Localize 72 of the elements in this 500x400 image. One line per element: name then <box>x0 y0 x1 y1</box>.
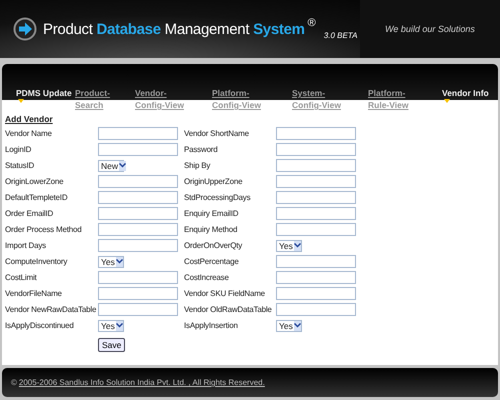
field-label: CostLimit <box>5 273 38 282</box>
field-label: Enquiry EmailID <box>184 209 240 218</box>
field-label: Order Process Method <box>5 225 82 234</box>
field-label: Order EmailID <box>5 209 54 218</box>
input-field[interactable] <box>98 239 178 252</box>
field-label: StatusID <box>5 161 36 170</box>
input-field[interactable] <box>276 127 356 140</box>
nav-link[interactable]: Platform- Config-View <box>212 87 292 111</box>
input-field[interactable] <box>276 223 356 236</box>
input-field[interactable] <box>98 175 178 188</box>
input-field[interactable] <box>98 191 178 204</box>
app-title: Product Database Management System <box>43 20 305 38</box>
field-label: VendorFileName <box>5 289 63 298</box>
input-field[interactable] <box>98 207 178 220</box>
caret-icon <box>119 163 126 168</box>
field-label: OriginUpperZone <box>184 177 244 186</box>
field-label: LoginID <box>5 145 32 154</box>
input-field[interactable] <box>276 303 356 316</box>
field-label: Enquiry Method <box>184 225 238 234</box>
nav-link[interactable]: Platform- Rule-View <box>368 87 442 111</box>
caret-icon <box>294 323 301 328</box>
input-field[interactable] <box>98 287 178 300</box>
nav-link[interactable]: Vendor Info <box>442 87 489 111</box>
version-label: 3.0 BETA <box>324 30 358 40</box>
copyright-symbol: © <box>11 378 17 387</box>
field-label: StdProcessingDays <box>184 193 252 202</box>
dropdown[interactable]: Yes <box>276 320 302 332</box>
field-label: IsApplyInsertion <box>184 321 239 330</box>
field-label: Vendor SKU FieldName <box>184 289 266 298</box>
dropdown[interactable]: New <box>98 160 124 172</box>
form-title: Add Vendor <box>5 114 54 124</box>
input-field[interactable] <box>98 223 178 236</box>
dropdown[interactable]: Yes <box>98 256 124 268</box>
caret-icon <box>116 323 123 328</box>
tagline: We build our Solutions <box>385 24 475 34</box>
input-field[interactable] <box>98 271 178 284</box>
field-label: Vendor OldRawDataTable <box>184 305 273 314</box>
dropdown[interactable]: Yes <box>276 240 302 252</box>
input-field[interactable] <box>276 159 356 172</box>
copyright-link[interactable]: 2005-2006 Sandlus Info Solution India Pvt. Ltd. , All Rights Reserved. <box>18 378 265 387</box>
input-field[interactable] <box>276 143 356 156</box>
field-label: Import Days <box>5 241 47 250</box>
input-field[interactable] <box>276 175 356 188</box>
input-field[interactable] <box>276 271 356 284</box>
input-field[interactable] <box>98 143 178 156</box>
field-label: Vendor Name <box>5 129 53 138</box>
field-label: OriginLowerZone <box>5 177 64 186</box>
field-label: IsApplyDiscontinued <box>5 321 75 330</box>
nav-link[interactable]: System- Config-View <box>292 87 368 111</box>
field-label: Vendor NewRawDataTable <box>5 305 98 314</box>
field-label: Vendor ShortName <box>184 129 250 138</box>
nav-link[interactable]: Product- Search <box>75 87 135 111</box>
field-label: ComputeInventory <box>5 257 68 266</box>
dropdown[interactable]: Yes <box>98 320 124 332</box>
field-label: Ship By <box>184 161 212 170</box>
field-label: DefaultTempleteID <box>5 193 68 202</box>
input-field[interactable] <box>276 191 356 204</box>
field-label: CostPercentage <box>184 257 240 266</box>
caret-icon <box>116 259 123 264</box>
input-field[interactable] <box>98 303 178 316</box>
nav-link[interactable]: Vendor- Config-View <box>135 87 212 111</box>
field-label: Password <box>184 145 219 154</box>
input-field[interactable] <box>276 287 356 300</box>
caret-icon <box>294 243 301 248</box>
input-field[interactable] <box>98 127 178 140</box>
field-label: CostIncrease <box>184 273 230 282</box>
save-button[interactable]: Save <box>98 338 126 352</box>
field-label: OrderOnOverQty <box>184 241 244 250</box>
registered-mark: ® <box>308 17 316 29</box>
input-field[interactable] <box>276 255 356 268</box>
nav-link[interactable]: PDMS Update <box>16 87 75 111</box>
input-field[interactable] <box>276 207 356 220</box>
